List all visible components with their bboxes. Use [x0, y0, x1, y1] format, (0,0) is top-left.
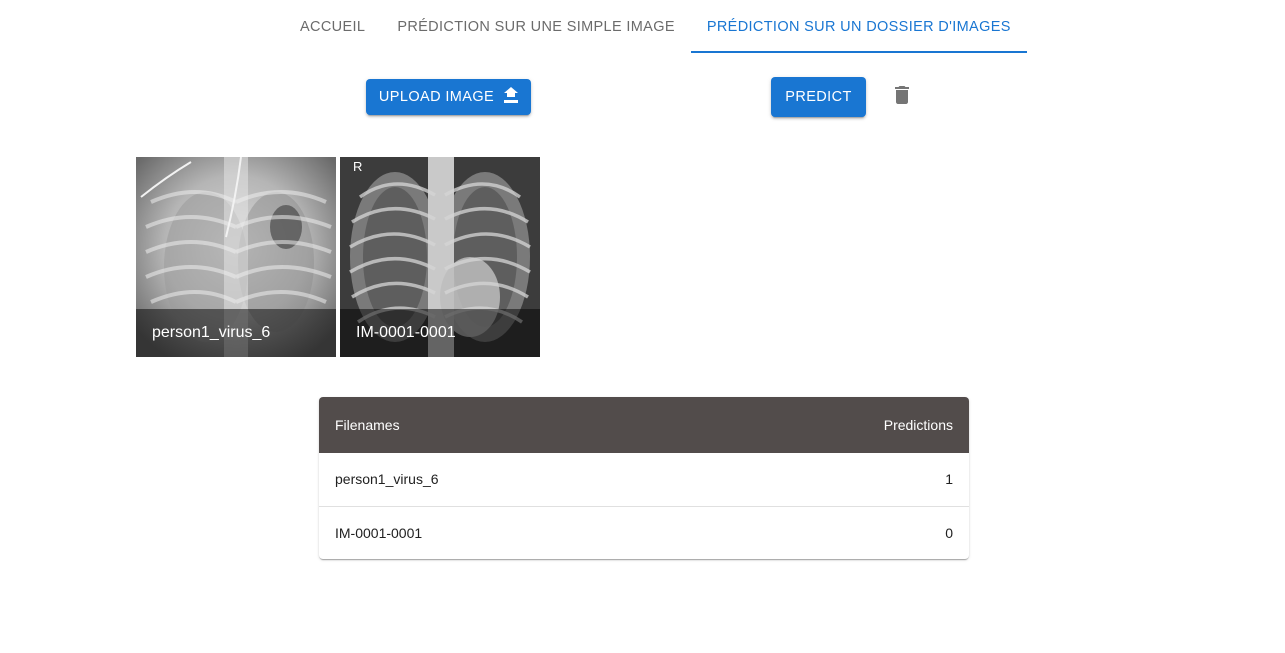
- trash-icon: [895, 85, 909, 109]
- prediction-cell: 0: [945, 524, 953, 541]
- image-tile[interactable]: R IM-0001-0001: [340, 157, 540, 357]
- image-title-bar: person1_virus_6: [136, 309, 336, 357]
- tab-bar: Accueil Prédiction sur une simple image …: [284, 0, 1027, 53]
- predict-button-label: PREDICT: [785, 89, 852, 105]
- tab-single-image-prediction[interactable]: Prédiction sur une simple image: [381, 0, 691, 53]
- predictions-table: Filenames Predictions person1_virus_6 1 …: [319, 397, 969, 559]
- delete-button[interactable]: [884, 79, 920, 115]
- predict-button[interactable]: PREDICT: [771, 77, 866, 117]
- filename-cell: IM-0001-0001: [335, 524, 423, 541]
- image-tile[interactable]: person1_virus_6: [136, 157, 336, 357]
- upload-icon: [504, 87, 519, 107]
- prediction-cell: 1: [691, 453, 969, 507]
- upload-image-button[interactable]: UPLOAD IMAGE: [366, 79, 531, 115]
- image-title: IM-0001-0001: [356, 324, 456, 341]
- tab-accueil[interactable]: Accueil: [284, 0, 381, 53]
- upload-button-label: UPLOAD IMAGE: [378, 89, 495, 105]
- table-row: IM-0001-0001 0: [319, 506, 969, 559]
- image-title: person1_virus_6: [152, 324, 271, 341]
- image-corner-marker: R: [353, 159, 363, 174]
- filename-cell: person1_virus_6: [319, 453, 691, 507]
- column-header-predictions[interactable]: Predictions: [691, 397, 969, 453]
- table-header-row: Filenames Predictions: [319, 397, 969, 453]
- tab-folder-prediction[interactable]: Prédiction sur un dossier d'images: [690, 0, 1027, 53]
- image-title-bar: IM-0001-0001: [340, 309, 540, 357]
- column-header-filenames[interactable]: Filenames: [319, 397, 691, 453]
- table-row: person1_virus_6 1: [319, 453, 969, 507]
